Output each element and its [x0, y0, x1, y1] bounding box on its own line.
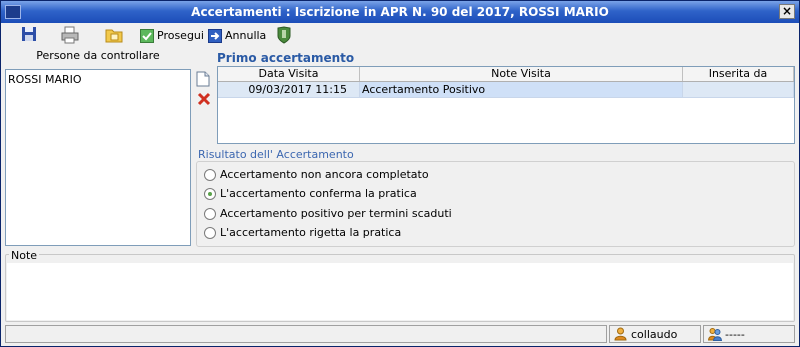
column-header-inserita-da[interactable]: Inserita da	[683, 67, 794, 81]
save-icon[interactable]	[21, 26, 39, 44]
radio-button-selected[interactable]	[204, 187, 216, 200]
radio-label: L'accertamento rigetta la pratica	[220, 226, 402, 239]
radio-label: Accertamento non ancora completato	[220, 168, 429, 181]
persons-panel: Persone da controllare ROSSI MARIO	[5, 49, 191, 246]
radio-button[interactable]	[204, 168, 216, 181]
folder-icon[interactable]	[105, 26, 123, 44]
list-item[interactable]: ROSSI MARIO	[8, 73, 188, 86]
radio-label: L'accertamento conferma la pratica	[220, 187, 417, 200]
column-header-data-visita[interactable]: Data Visita	[218, 67, 360, 81]
status-user: collaudo	[609, 325, 701, 343]
table-header: Data Visita Note Visita Inserita da	[218, 67, 794, 82]
prosegui-button[interactable]: Prosegui	[140, 27, 204, 44]
radio-rigetta[interactable]: L'accertamento rigetta la pratica	[204, 226, 401, 239]
status-main	[5, 325, 607, 343]
section-title: Primo accertamento	[217, 51, 355, 65]
note-textarea[interactable]	[7, 263, 793, 320]
risultato-group: Accertamento non ancora completato L'acc…	[196, 161, 795, 247]
radio-button[interactable]	[204, 226, 216, 239]
exit-arrow-icon	[208, 28, 222, 43]
toolbar: Prosegui Annulla	[1, 23, 799, 47]
radio-button[interactable]	[204, 207, 216, 220]
column-header-note-visita[interactable]: Note Visita	[360, 67, 683, 81]
title-bar[interactable]: Accertamenti : Iscrizione in APR N. 90 d…	[1, 1, 799, 23]
radio-label: Accertamento positivo per termini scadut…	[220, 207, 452, 220]
check-icon	[140, 28, 154, 43]
grid-actions	[196, 71, 212, 111]
user-icon	[614, 327, 627, 341]
window-title: Accertamenti : Iscrizione in APR N. 90 d…	[191, 5, 609, 19]
cell-data-visita[interactable]: 09/03/2017 11:15	[218, 82, 360, 97]
print-icon[interactable]	[61, 26, 79, 44]
status-secondary-label: -----	[725, 327, 745, 341]
radio-non-completato[interactable]: Accertamento non ancora completato	[204, 168, 429, 181]
persons-list[interactable]: ROSSI MARIO	[5, 69, 191, 246]
risultato-legend: Risultato dell' Accertamento	[198, 148, 354, 161]
radio-termini-scaduti[interactable]: Accertamento positivo per termini scadut…	[204, 207, 452, 220]
prosegui-label: Prosegui	[157, 29, 204, 42]
annulla-button[interactable]: Annulla	[208, 27, 266, 44]
status-user-label: collaudo	[631, 327, 678, 341]
annulla-label: Annulla	[225, 29, 267, 42]
users-icon	[707, 327, 723, 341]
new-document-icon[interactable]	[196, 71, 212, 87]
table-row[interactable]: 09/03/2017 11:15 Accertamento Positivo	[218, 82, 794, 98]
visits-table: Data Visita Note Visita Inserita da 09/0…	[217, 66, 795, 144]
close-button[interactable]: ×	[779, 4, 795, 19]
status-secondary: -----	[703, 325, 795, 343]
radio-conferma[interactable]: L'accertamento conferma la pratica	[204, 187, 417, 200]
cell-inserita-da[interactable]	[683, 82, 794, 97]
delete-icon[interactable]	[196, 91, 212, 107]
note-label: Note	[9, 249, 40, 262]
accertamenti-window: Accertamenti : Iscrizione in APR N. 90 d…	[0, 0, 800, 347]
shield-icon[interactable]	[276, 26, 294, 44]
persons-label: Persone da controllare	[36, 49, 160, 62]
cell-note-visita[interactable]: Accertamento Positivo	[360, 82, 683, 97]
status-bar: collaudo -----	[5, 325, 795, 343]
